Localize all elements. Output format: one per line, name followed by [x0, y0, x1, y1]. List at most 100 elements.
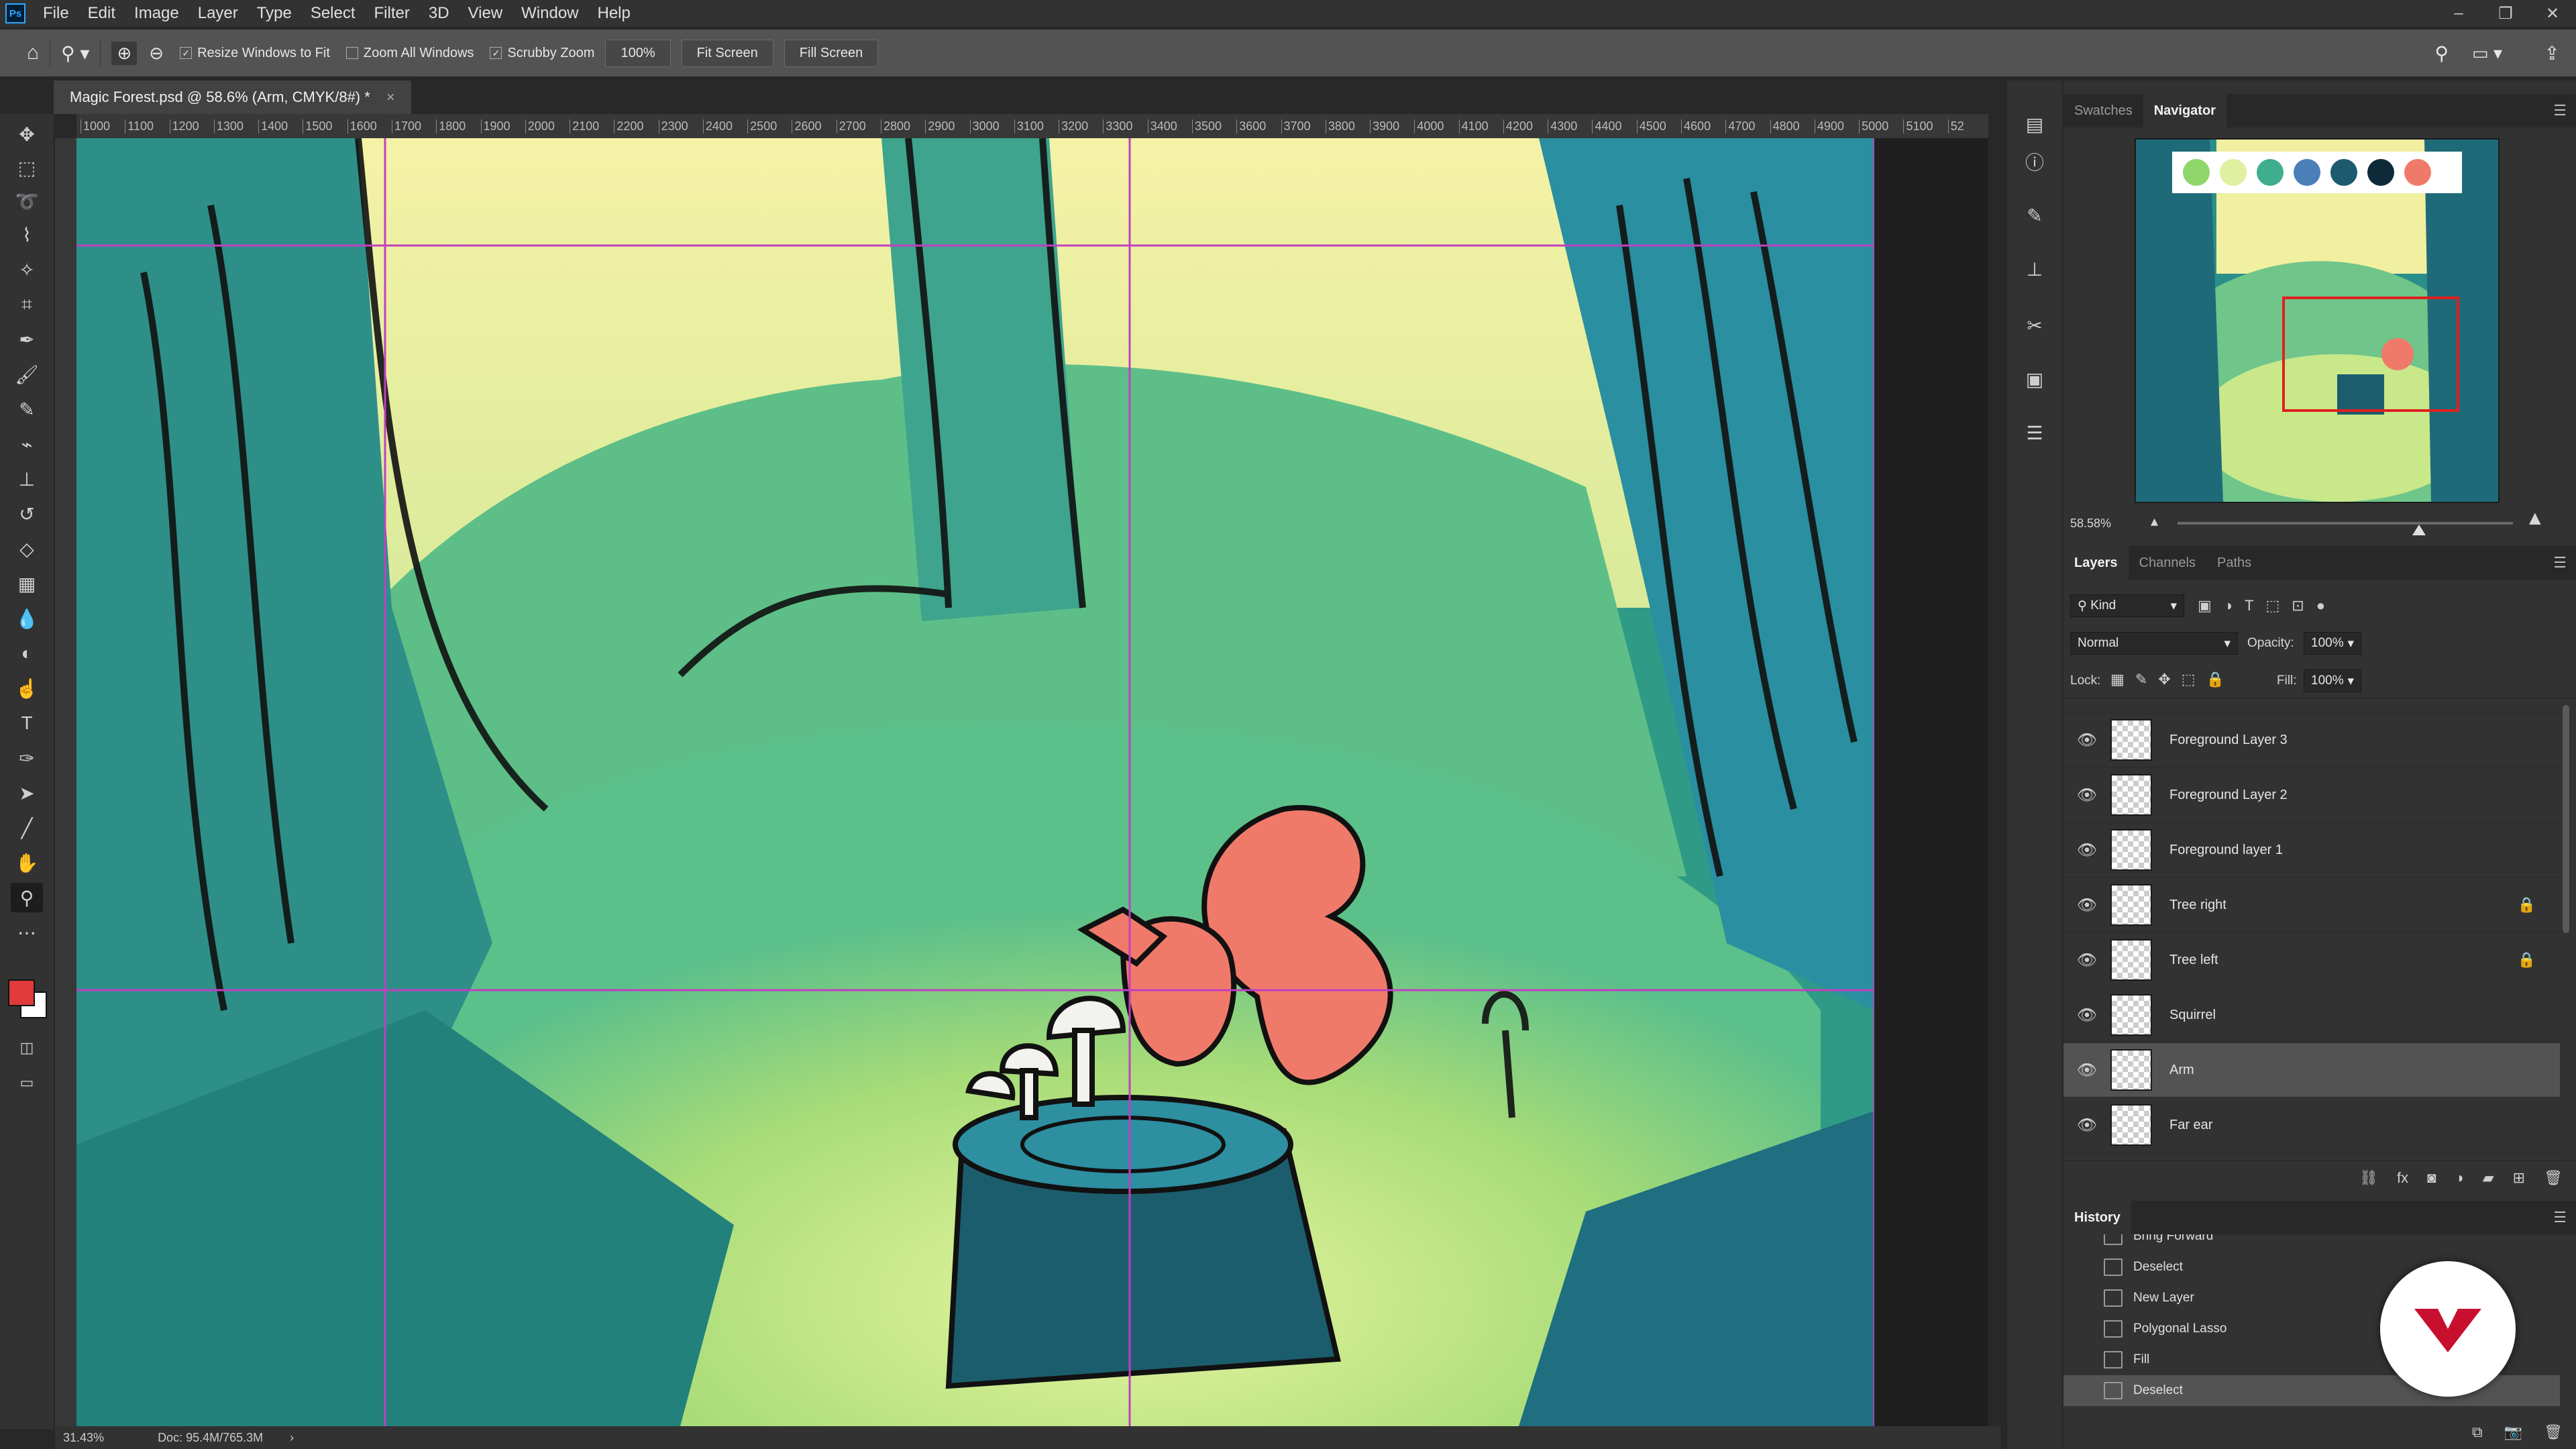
artwork-magic-forest[interactable]: [76, 138, 1874, 1426]
tab-channels[interactable]: Channels: [2129, 546, 2207, 580]
navigator-zoom-slider[interactable]: [2178, 522, 2513, 525]
home-icon[interactable]: ⌂: [27, 42, 39, 64]
smudge-tool-icon[interactable]: ☝: [11, 674, 43, 703]
fx-icon[interactable]: fx: [2397, 1169, 2408, 1187]
magic-wand-icon[interactable]: ✧: [11, 255, 43, 284]
eraser-icon[interactable]: ◇: [11, 534, 43, 564]
new-layer-icon[interactable]: ⊞: [2513, 1169, 2525, 1187]
canvas-area[interactable]: [76, 138, 1988, 1426]
pen-tool-icon[interactable]: ✑: [11, 743, 43, 773]
hand-tool-icon[interactable]: ✋: [11, 848, 43, 877]
eye-icon[interactable]: 👁: [2063, 896, 2110, 915]
minimize-icon[interactable]: –: [2435, 4, 2482, 23]
resize-windows-checkbox[interactable]: ✓ Resize Windows to Fit: [180, 46, 330, 61]
new-document-from-state-icon[interactable]: ⧉: [2472, 1424, 2483, 1441]
move-tool-icon[interactable]: ✥: [11, 119, 43, 149]
more-tools-icon[interactable]: ⋯: [11, 918, 43, 947]
zoom-out-icon[interactable]: ⊖: [149, 43, 164, 64]
navigator-zoom-value[interactable]: 58.58%: [2070, 517, 2111, 531]
layer-row-partial[interactable]: [2063, 698, 2560, 714]
layer-row[interactable]: 👁 Foreground Layer 3: [2063, 713, 2560, 767]
menu-window[interactable]: Window: [521, 4, 578, 23]
brush-tool-icon[interactable]: 🖌: [11, 360, 43, 389]
layer-row[interactable]: 👁 Tree left 🔒: [2063, 933, 2560, 987]
tab-paths[interactable]: Paths: [2206, 546, 2262, 580]
menu-image[interactable]: Image: [134, 4, 179, 23]
navigator-thumbnail[interactable]: [2135, 138, 2500, 503]
eye-icon[interactable]: 👁: [2063, 1061, 2110, 1080]
panel-menu-icon[interactable]: ☰: [2553, 1209, 2567, 1226]
eye-icon[interactable]: 👁: [2063, 1006, 2110, 1025]
foreground-color-swatch[interactable]: [8, 979, 35, 1006]
marquee-tool-icon[interactable]: ⬚: [11, 153, 43, 182]
zoom-in-icon[interactable]: ⊕: [111, 41, 138, 65]
screen-mode-icon[interactable]: ▭: [11, 1068, 43, 1097]
tab-history[interactable]: History: [2063, 1201, 2131, 1234]
menu-view[interactable]: View: [468, 4, 503, 23]
layer-filter-icons[interactable]: ▣◑T⬚⊡●: [2198, 597, 2337, 614]
scrubby-zoom-checkbox[interactable]: ✓ Scrubby Zoom: [490, 46, 594, 61]
link-layers-icon[interactable]: ⛓: [2359, 1169, 2378, 1187]
tab-swatches[interactable]: Swatches: [2063, 94, 2143, 127]
zoom-in-mountain-icon[interactable]: ▲: [2525, 507, 2545, 530]
glyphs-icon[interactable]: ▣: [2018, 362, 2051, 396]
layer-row[interactable]: 👁 Far ear: [2063, 1098, 2560, 1152]
tab-navigator[interactable]: Navigator: [2143, 94, 2226, 127]
workspace-icon[interactable]: ▭ ▾: [2472, 43, 2502, 64]
opacity-field[interactable]: 100% ▾: [2304, 632, 2361, 655]
eye-icon[interactable]: 👁: [2063, 841, 2110, 860]
zoom-out-mountain-icon[interactable]: ▴: [2151, 513, 2158, 530]
clone-stamp-icon[interactable]: ⊥: [11, 464, 43, 494]
new-group-icon[interactable]: ▰: [2483, 1169, 2494, 1187]
type-tool-icon[interactable]: T: [11, 708, 43, 738]
share-icon[interactable]: ⇪: [2544, 42, 2560, 64]
camera-snapshot-icon[interactable]: 📷: [2504, 1424, 2522, 1441]
eyedropper-icon[interactable]: ✒: [11, 325, 43, 354]
zoom-tool-icon[interactable]: ⚲: [11, 883, 43, 912]
layer-row[interactable]: 👁 Foreground layer 1: [2063, 823, 2560, 877]
crop-tool-icon[interactable]: ⌗: [11, 290, 43, 319]
eye-icon[interactable]: 👁: [2063, 951, 2110, 970]
search-icon[interactable]: ⚲: [2434, 42, 2449, 64]
mixer-brush-icon[interactable]: ⌁: [11, 429, 43, 459]
trash-icon[interactable]: 🗑: [2544, 1424, 2563, 1441]
dodge-tool-icon[interactable]: ◐: [11, 639, 43, 668]
pencil-tool-icon[interactable]: ✎: [11, 394, 43, 424]
layers-scrollbar[interactable]: [2563, 705, 2569, 933]
menu-layer[interactable]: Layer: [198, 4, 238, 23]
menu-file[interactable]: File: [43, 4, 69, 23]
menu-edit[interactable]: Edit: [88, 4, 115, 23]
status-zoom[interactable]: 31.43%: [63, 1431, 104, 1445]
trash-icon[interactable]: 🗑: [2544, 1169, 2563, 1187]
menu-select[interactable]: Select: [311, 4, 356, 23]
zoom-all-checkbox[interactable]: Zoom All Windows: [345, 46, 474, 61]
lasso-tool-icon[interactable]: ➰: [11, 186, 43, 216]
eye-icon[interactable]: 👁: [2063, 1116, 2110, 1135]
lock-options-icons[interactable]: ▦✎✥⬚🔒: [2110, 671, 2235, 688]
status-arrow-icon[interactable]: ›: [290, 1431, 294, 1445]
blur-tool-icon[interactable]: 💧: [11, 604, 43, 633]
panel-menu-icon[interactable]: ☰: [2553, 554, 2567, 572]
document-tab[interactable]: Magic Forest.psd @ 58.6% (Arm, CMYK/8#) …: [54, 80, 411, 114]
restore-icon[interactable]: ❐: [2482, 4, 2529, 23]
fill-screen-button[interactable]: Fill Screen: [784, 39, 879, 67]
info-icon[interactable]: ⓘ: [2018, 145, 2051, 178]
path-select-icon[interactable]: ➤: [11, 778, 43, 808]
properties-icon[interactable]: ☰: [2018, 416, 2051, 449]
navigator-slider-handle[interactable]: [2412, 525, 2426, 535]
eye-icon[interactable]: 👁: [2063, 786, 2110, 805]
polygonal-lasso-icon[interactable]: ⌇: [11, 220, 43, 250]
history-item[interactable]: Bring Forward: [2063, 1234, 2560, 1252]
menu-filter[interactable]: Filter: [374, 4, 410, 23]
menu-type[interactable]: Type: [257, 4, 292, 23]
layer-row[interactable]: 👁 Squirrel: [2063, 988, 2560, 1042]
gradient-tool-icon[interactable]: ▦: [11, 569, 43, 598]
fill-field[interactable]: 100% ▾: [2304, 669, 2361, 692]
tab-layers[interactable]: Layers: [2063, 546, 2129, 580]
menu-help[interactable]: Help: [598, 4, 631, 23]
menu-3d[interactable]: 3D: [429, 4, 449, 23]
history-brush-icon[interactable]: ↺: [11, 499, 43, 529]
add-mask-icon[interactable]: ◙: [2427, 1169, 2436, 1187]
quick-mask-icon[interactable]: ◫: [11, 1033, 43, 1063]
layer-row-selected[interactable]: 👁 Arm: [2063, 1043, 2560, 1097]
